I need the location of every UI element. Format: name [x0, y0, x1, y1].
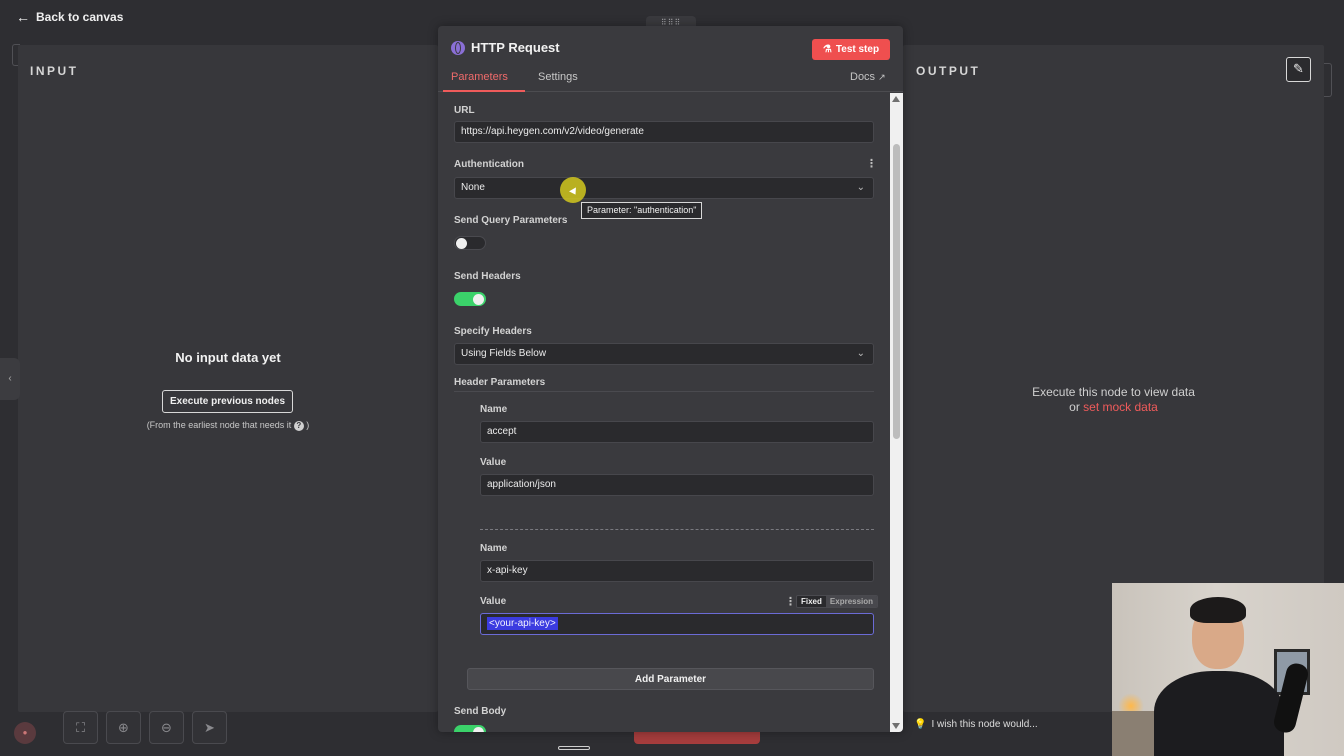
- selected-api-key-text: <your-api-key>: [487, 617, 558, 630]
- modal-header: HTTP Request ⚗ Test step Parameters Sett…: [438, 26, 903, 92]
- header-2-value-input[interactable]: <your-api-key>: [480, 613, 874, 635]
- edit-output-button[interactable]: ✎: [1286, 57, 1311, 82]
- url-input[interactable]: https://api.heygen.com/v2/video/generate: [454, 121, 874, 143]
- output-panel-label: OUTPUT: [916, 64, 981, 78]
- authentication-select[interactable]: None ⌄: [454, 177, 874, 199]
- fixed-expression-switch[interactable]: Fixed Expression: [796, 595, 879, 608]
- canvas-toolbar: ⛶ ⊕ ⊖ ➤: [63, 711, 227, 744]
- active-tab-indicator: [443, 90, 525, 92]
- specify-headers-select[interactable]: Using Fields Below ⌄: [454, 343, 874, 365]
- bottom-action-bar[interactable]: [634, 730, 760, 744]
- send-body-label: Send Body: [454, 706, 507, 717]
- section-divider: [454, 391, 874, 392]
- header-separator: [480, 529, 874, 530]
- back-to-canvas-label: Back to canvas: [36, 10, 124, 24]
- specify-headers-label: Specify Headers: [454, 326, 532, 337]
- help-icon[interactable]: ?: [293, 420, 304, 431]
- scrollbar[interactable]: [890, 93, 903, 732]
- scrollbar-thumb[interactable]: [893, 144, 900, 439]
- external-link-icon: ↗: [878, 71, 886, 82]
- execute-previous-nodes-button[interactable]: Execute previous nodes: [162, 390, 293, 413]
- authentication-label: Authentication: [454, 159, 524, 170]
- output-hint-line1: Execute this node to view data: [1032, 385, 1195, 399]
- presenter-body: [1154, 671, 1284, 756]
- output-hint-or: or: [1069, 400, 1080, 414]
- toggle-knob: [473, 727, 484, 732]
- tab-parameters[interactable]: Parameters: [451, 71, 508, 83]
- set-mock-data-link[interactable]: set mock data: [1083, 400, 1158, 414]
- feedback-label: I wish this node would...: [931, 718, 1038, 730]
- url-label: URL: [454, 105, 475, 116]
- more-options-icon[interactable]: ⋮: [785, 595, 796, 608]
- input-panel: INPUT No input data yet Execute previous…: [18, 45, 438, 712]
- header-parameters-label: Header Parameters: [454, 377, 546, 388]
- header-2-name-label: Name: [480, 543, 508, 554]
- toggle-knob: [456, 238, 467, 249]
- avatar[interactable]: ●: [14, 722, 36, 744]
- side-collapse-tab[interactable]: ‹: [0, 358, 20, 400]
- header-1-name-input[interactable]: accept: [480, 421, 874, 443]
- docs-label: Docs: [850, 71, 876, 83]
- flask-icon: ⚗: [822, 44, 832, 55]
- authentication-value: None: [461, 182, 485, 193]
- add-parameter-button[interactable]: Add Parameter: [467, 668, 874, 690]
- send-query-toggle[interactable]: [454, 236, 486, 250]
- tab-settings[interactable]: Settings: [538, 71, 578, 83]
- header-1-name-label: Name: [480, 404, 508, 415]
- send-query-label: Send Query Parameters: [454, 215, 568, 226]
- execute-hint: (From the earliest node that needs it ? …: [18, 420, 438, 431]
- lightbulb-icon: 💡: [914, 718, 927, 730]
- canvas-frame-right: [1324, 63, 1332, 97]
- parameters-body: URL https://api.heygen.com/v2/video/gene…: [438, 93, 895, 732]
- node-title-text: HTTP Request: [471, 40, 560, 55]
- node-title: HTTP Request: [451, 40, 560, 55]
- test-step-button[interactable]: ⚗ Test step: [812, 39, 890, 60]
- parameter-tooltip: Parameter: "authentication": [581, 202, 703, 219]
- mode-expression[interactable]: Expression: [825, 596, 878, 607]
- docs-link[interactable]: Docs ↗: [850, 71, 886, 83]
- specify-headers-value: Using Fields Below: [461, 348, 547, 359]
- output-hint: Execute this node to view data or set mo…: [903, 385, 1324, 415]
- mode-fixed[interactable]: Fixed: [797, 596, 826, 607]
- chevron-down-icon: ⌄: [856, 348, 865, 359]
- fit-view-icon[interactable]: ⛶: [63, 711, 98, 744]
- node-details-modal: HTTP Request ⚗ Test step Parameters Sett…: [438, 26, 903, 732]
- execute-hint-suffix: ): [306, 420, 310, 430]
- test-step-label: Test step: [835, 44, 880, 55]
- send-body-toggle[interactable]: [454, 725, 486, 732]
- chevron-down-icon: ⌄: [856, 182, 865, 193]
- zoom-out-icon[interactable]: ⊖: [149, 711, 184, 744]
- presenter-hair: [1190, 597, 1246, 623]
- arrow-left-icon: ←: [16, 9, 30, 25]
- webcam-overlay: [1112, 583, 1344, 756]
- pointer-icon[interactable]: ➤: [192, 711, 227, 744]
- feedback-link[interactable]: 💡 I wish this node would...: [914, 716, 1038, 732]
- scroll-up-icon[interactable]: [892, 96, 900, 102]
- bottom-drag-handle[interactable]: [558, 746, 590, 750]
- execute-hint-text: (From the earliest node that needs it: [146, 420, 292, 430]
- scroll-down-icon[interactable]: [892, 723, 900, 729]
- header-1-value-input[interactable]: application/json: [480, 474, 874, 496]
- send-headers-label: Send Headers: [454, 271, 521, 282]
- more-options-icon[interactable]: ⋮: [866, 157, 877, 170]
- no-input-title: No input data yet: [175, 350, 281, 365]
- header-1-value-label: Value: [480, 457, 507, 468]
- globe-icon: [451, 40, 465, 55]
- header-2-value-label: Value: [480, 596, 507, 607]
- pencil-icon: ✎: [1293, 61, 1304, 76]
- input-panel-label: INPUT: [30, 64, 79, 78]
- back-to-canvas-link[interactable]: ← Back to canvas: [16, 9, 123, 25]
- toggle-knob: [473, 294, 484, 305]
- header-2-name-input[interactable]: x-api-key: [480, 560, 874, 582]
- zoom-in-icon[interactable]: ⊕: [106, 711, 141, 744]
- send-headers-toggle[interactable]: [454, 292, 486, 306]
